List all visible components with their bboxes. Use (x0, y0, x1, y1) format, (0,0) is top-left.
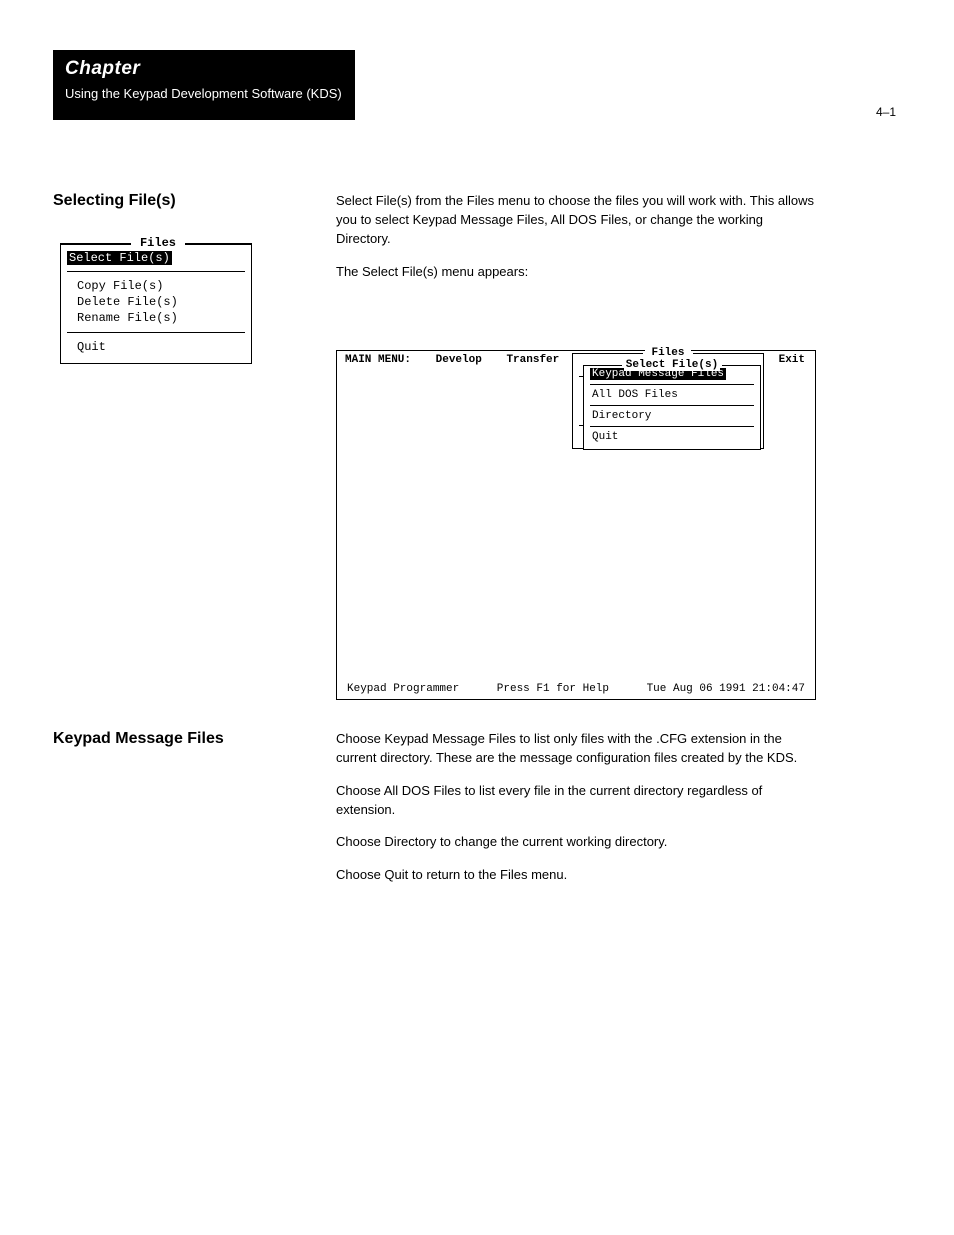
paragraph: Choose Quit to return to the Files menu. (336, 866, 816, 885)
menu-divider (67, 332, 245, 333)
menubar-develop[interactable]: Develop (436, 354, 482, 366)
chapter-banner: Chapter Using the Keypad Development Sof… (53, 50, 355, 120)
page-number: 4–1 (876, 105, 896, 119)
body-text-lower: Choose Keypad Message Files to list only… (336, 730, 816, 899)
paragraph: The Select File(s) menu appears: (336, 263, 816, 282)
menu-item-rename-files[interactable]: Rename File(s) (69, 310, 243, 326)
menubar-exit[interactable]: Exit (779, 354, 805, 366)
section-heading-select-files: Selecting File(s) (53, 192, 313, 210)
body-text: Select File(s) from the Files menu to ch… (336, 192, 816, 295)
app-statusbar: Keypad Programmer Press F1 for Help Tue … (347, 683, 805, 695)
paragraph: Choose All DOS Files to list every file … (336, 782, 816, 820)
chapter-title: Using the Keypad Development Software (K… (65, 86, 343, 101)
menu-item-delete-files[interactable]: Delete File(s) (69, 294, 243, 310)
status-help: Press F1 for Help (497, 683, 609, 695)
chapter-label: Chapter (65, 58, 343, 80)
dd-item-directory[interactable]: Directory (584, 409, 760, 423)
status-datetime: Tue Aug 06 1991 21:04:47 (647, 683, 805, 695)
menu-divider (67, 271, 245, 272)
menubar-transfer[interactable]: Transfer (506, 354, 559, 366)
menu-divider (590, 426, 754, 427)
select-files-dropdown: Select File(s) Keypad Message Files All … (583, 365, 761, 450)
files-menu-title: Files (133, 236, 183, 250)
menu-item-quit[interactable]: Quit (69, 339, 243, 355)
select-dropdown-title: Select File(s) (624, 359, 720, 371)
menu-item-select-files[interactable]: Select File(s) (67, 251, 172, 265)
menu-divider (590, 405, 754, 406)
menu-item-copy-files[interactable]: Copy File(s) (69, 278, 243, 294)
paragraph: Choose Keypad Message Files to list only… (336, 730, 816, 768)
dd-item-quit[interactable]: Quit (584, 430, 760, 449)
paragraph: Choose Directory to change the current w… (336, 833, 816, 852)
app-screenshot: MAIN MENU: Develop Transfer R Exit Files… (336, 350, 816, 700)
files-dropdown-title: Files (645, 347, 691, 359)
status-app-name: Keypad Programmer (347, 683, 459, 695)
files-menu-box: Files Select File(s) Copy File(s) Delete… (60, 243, 252, 364)
dd-item-all-dos-files[interactable]: All DOS Files (584, 388, 760, 402)
section-heading-keypad-files: Keypad Message Files (53, 730, 313, 748)
menubar-main: MAIN MENU: (345, 354, 411, 366)
paragraph: Select File(s) from the Files menu to ch… (336, 192, 816, 249)
menu-divider (590, 384, 754, 385)
